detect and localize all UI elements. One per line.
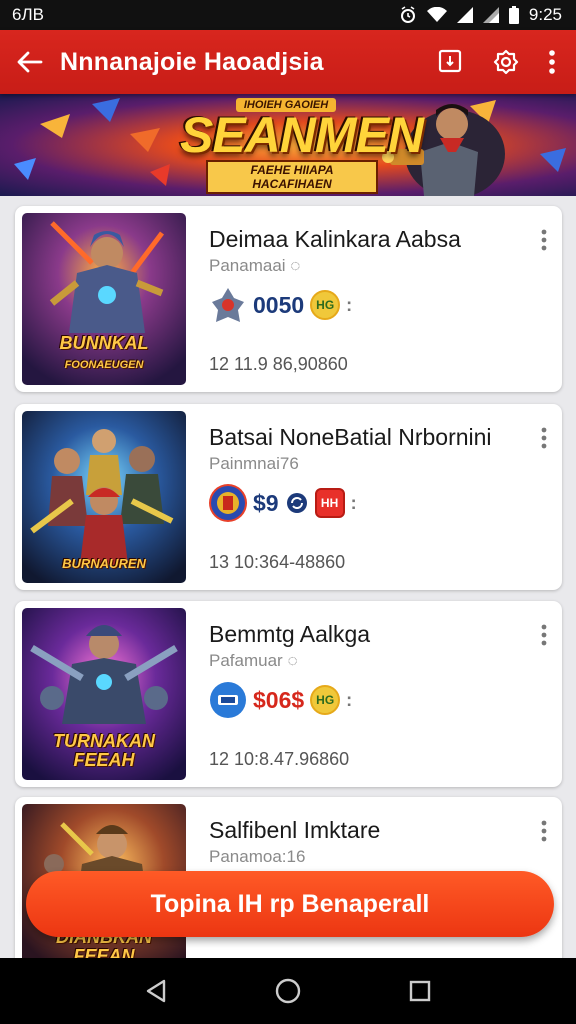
more-vertical-icon[interactable]: [536, 623, 552, 647]
battery-icon: [508, 6, 519, 24]
card-value: $9: [253, 489, 279, 516]
more-vertical-icon: [549, 50, 555, 74]
bookmark-icon: [438, 49, 462, 73]
card-title: Bemmtg Aalkga: [209, 621, 371, 647]
thumb-caption: TURNAKAN FEEAH: [53, 731, 155, 770]
status-bar: 6ЛВ 9:25: [0, 0, 576, 30]
shield-icon: HH: [314, 488, 345, 518]
more-button[interactable]: [534, 30, 570, 94]
colon-separator: :: [346, 689, 353, 710]
game-logo-icon: [209, 681, 247, 719]
status-icons: 9:25: [399, 5, 562, 25]
card-subtitle: Panamoa:16: [209, 847, 306, 866]
more-vertical-icon[interactable]: [536, 228, 552, 252]
card-badges: $9 HH :: [209, 484, 357, 522]
colon-separator: :: [346, 294, 353, 315]
coin-icon: HG: [310, 685, 341, 715]
app-title: Nnnanajoie Haoadjsia: [60, 47, 324, 76]
card-badges: 0050 HG :: [209, 286, 352, 324]
card-thumbnail: BURNAUREN: [22, 411, 186, 583]
arrow-left-icon: [17, 51, 43, 73]
game-list: BUNNKAL FOONAEUGEN Deimaa Kalinkara Aabsa…: [0, 196, 576, 958]
thumb-caption: BURNAUREN: [62, 556, 146, 571]
card-stats: 13 10:364-48860: [209, 552, 346, 572]
alarm-icon: [399, 6, 417, 24]
system-nav-bar: [0, 958, 576, 1024]
card-subtitle: Panamaai ◌: [209, 256, 301, 275]
settings-button[interactable]: [478, 30, 534, 94]
card-subtitle: Pafamuar ◌: [209, 651, 298, 670]
more-vertical-icon[interactable]: [536, 819, 552, 843]
back-button[interactable]: [0, 30, 60, 94]
signal-icon: [456, 7, 473, 23]
card-thumbnail: TURNAKAN FEEAH: [22, 608, 186, 780]
card-stats: 12 11.9 86,90860: [209, 354, 348, 374]
card-subtitle: Painmnai76: [209, 454, 299, 473]
recents-square-icon: [409, 980, 431, 1002]
card-value: 0050: [253, 291, 305, 318]
more-vertical-icon[interactable]: [536, 426, 552, 450]
card-title: Salfibenl Imktare: [209, 817, 381, 843]
list-item[interactable]: BURNAUREN Batsai NoneBatial Nrbornini Pa…: [15, 404, 562, 590]
list-item[interactable]: BUNNKAL FOONAEUGEN Deimaa Kalinkara Aabsa…: [15, 206, 562, 392]
nav-back-button[interactable]: [136, 971, 176, 1011]
card-stats: 12 10:8.47.96860: [209, 749, 350, 769]
refresh-icon: [286, 493, 307, 513]
coin-icon: HG: [310, 290, 341, 320]
bookmark-button[interactable]: [422, 30, 478, 94]
thumb-caption: BUNNKAL FOONAEUGEN: [59, 333, 149, 372]
nav-recents-button[interactable]: [400, 971, 440, 1011]
game-logo-icon: [209, 484, 247, 522]
colon-separator: :: [350, 492, 357, 513]
card-badges: $06$ HG :: [209, 681, 352, 719]
settings-icon: [493, 49, 519, 75]
app-bar: Nnnanajoie Haoadjsia: [0, 30, 576, 94]
signal-icon: [482, 7, 499, 23]
promo-banner[interactable]: IHOIEH GAOIEH SEANMEN FAEHE HIIAPA HACAF…: [0, 94, 576, 196]
status-time: 9:25: [528, 5, 562, 24]
card-title: Deimaa Kalinkara Aabsa: [209, 226, 461, 252]
home-circle-icon: [275, 978, 301, 1004]
status-left-text: 6ЛВ: [12, 5, 44, 24]
card-title: Batsai NoneBatial Nrbornini: [209, 424, 492, 450]
info-icon: ◌: [287, 651, 298, 670]
nav-home-button[interactable]: [268, 971, 308, 1011]
wifi-icon: [426, 7, 447, 23]
list-item[interactable]: TURNAKAN FEEAH Bemmtg Aalkga Pafamuar ◌ $…: [15, 601, 562, 787]
back-triangle-icon: [146, 979, 166, 1003]
info-icon: ◌: [290, 256, 301, 275]
hero-icon: [209, 286, 247, 324]
primary-cta-button[interactable]: Topina IH rp Benaperall: [26, 871, 554, 937]
banner-title: SEANMEN: [180, 107, 424, 163]
card-value: $06$: [253, 686, 305, 713]
card-thumbnail: BUNNKAL FOONAEUGEN: [22, 213, 186, 385]
banner-subtitle: FAEHE HIIAPA HACAFIHAEN: [206, 160, 378, 194]
